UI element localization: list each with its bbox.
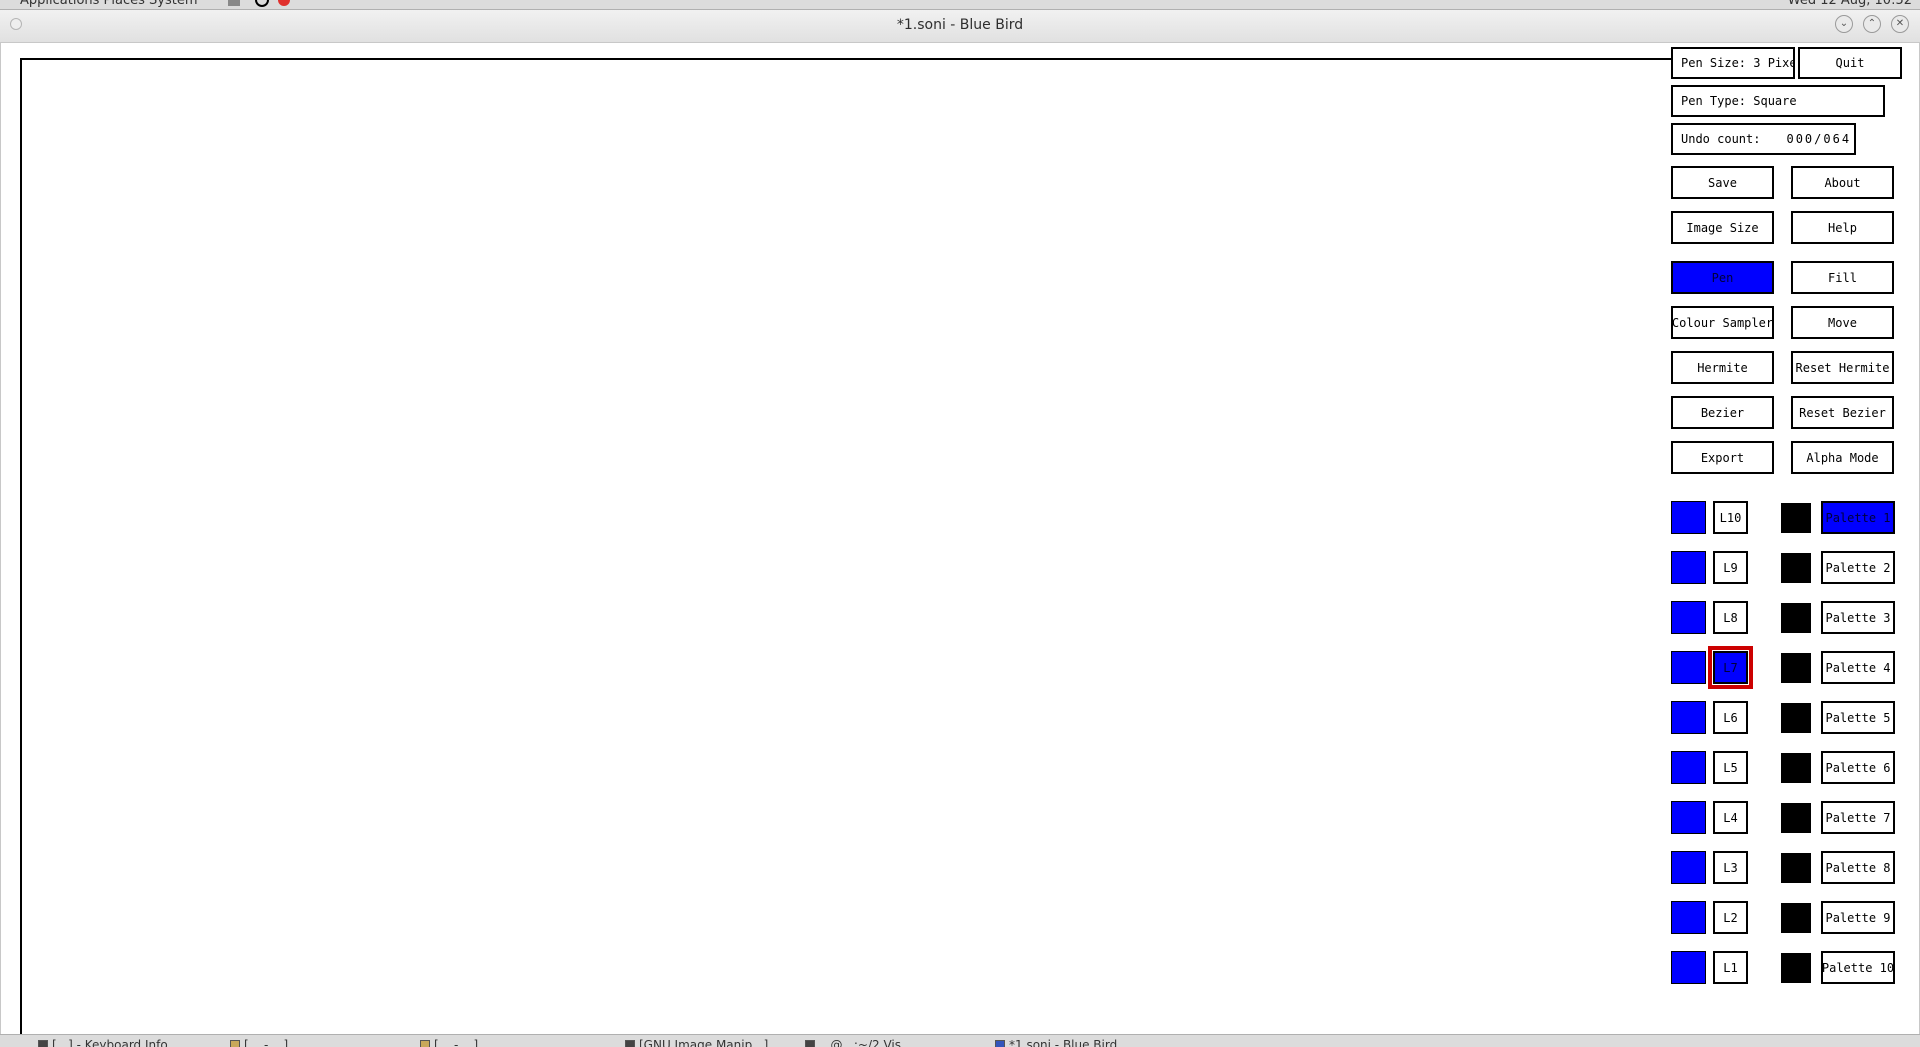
palette-button-6[interactable]: Palette 6 <box>1821 751 1895 784</box>
gimp-icon <box>625 1040 635 1047</box>
maximize-icon[interactable]: ⌃ <box>1863 15 1881 33</box>
layer-button-l3[interactable]: L3 <box>1713 851 1748 884</box>
fill-tool-button[interactable]: Fill <box>1791 261 1894 294</box>
undo-count-label: Undo count: <box>1681 132 1761 146</box>
palette-button-3[interactable]: Palette 3 <box>1821 601 1895 634</box>
reset-bezier-button[interactable]: Reset Bezier <box>1791 396 1894 429</box>
export-button[interactable]: Export <box>1671 441 1774 474</box>
move-tool-button[interactable]: Move <box>1791 306 1894 339</box>
folder-icon <box>420 1040 430 1047</box>
palette-button-2[interactable]: Palette 2 <box>1821 551 1895 584</box>
palette-colour-swatch[interactable] <box>1781 553 1811 583</box>
taskbar-item[interactable]: [... - ...] <box>420 1038 478 1047</box>
drawing-canvas[interactable] <box>20 58 1740 1047</box>
panel-menu-text[interactable]: Applications Places System <box>20 0 198 8</box>
terminal-icon <box>38 1040 48 1047</box>
palette-colour-swatch[interactable] <box>1781 653 1811 683</box>
layer-button-l6[interactable]: L6 <box>1713 701 1748 734</box>
layer-button-l5[interactable]: L5 <box>1713 751 1748 784</box>
layer-colour-swatch[interactable] <box>1671 851 1706 884</box>
image-size-button[interactable]: Image Size <box>1671 211 1774 244</box>
close-icon[interactable]: ✕ <box>1891 15 1909 33</box>
palette-colour-swatch[interactable] <box>1781 503 1811 533</box>
layer-colour-swatch[interactable] <box>1671 801 1706 834</box>
help-button[interactable]: Help <box>1791 211 1894 244</box>
layer-colour-swatch[interactable] <box>1671 651 1706 684</box>
layer-button-l10[interactable]: L10 <box>1713 501 1748 534</box>
terminal-icon <box>805 1040 815 1047</box>
palette-colour-swatch[interactable] <box>1781 803 1811 833</box>
panel-launcher-icons[interactable] <box>228 0 298 7</box>
folder-icon <box>230 1040 240 1047</box>
layer-colour-swatch[interactable] <box>1671 751 1706 784</box>
palette-colour-swatch[interactable] <box>1781 753 1811 783</box>
palette-colour-swatch[interactable] <box>1781 953 1811 983</box>
palette-button-8[interactable]: Palette 8 <box>1821 851 1895 884</box>
palette-colour-swatch[interactable] <box>1781 903 1811 933</box>
taskbar-item-label: [... - ...] <box>434 1038 479 1047</box>
hermite-button[interactable]: Hermite <box>1671 351 1774 384</box>
alpha-mode-button[interactable]: Alpha Mode <box>1791 441 1894 474</box>
layer-colour-swatch[interactable] <box>1671 901 1706 934</box>
palette-button-1[interactable]: Palette 1 <box>1821 501 1895 534</box>
taskbar-item[interactable]: ...@...:~/2 Vis... <box>805 1038 912 1047</box>
layer-button-l2[interactable]: L2 <box>1713 901 1748 934</box>
palette-button-10[interactable]: Palette 10 <box>1821 951 1895 984</box>
taskbar-item[interactable]: [GNU Image Manip...] <box>625 1038 768 1047</box>
palette-colour-swatch[interactable] <box>1781 603 1811 633</box>
palette-button-7[interactable]: Palette 7 <box>1821 801 1895 834</box>
palette-button-5[interactable]: Palette 5 <box>1821 701 1895 734</box>
bezier-button[interactable]: Bezier <box>1671 396 1774 429</box>
palette-button-4[interactable]: Palette 4 <box>1821 651 1895 684</box>
layer-button-l4[interactable]: L4 <box>1713 801 1748 834</box>
taskbar-item[interactable]: [...] - Keyboard Info <box>38 1038 168 1047</box>
app-client-area <box>0 43 1920 1047</box>
layer-colour-swatch[interactable] <box>1671 951 1706 984</box>
taskbar-item-label: [GNU Image Manip...] <box>639 1038 769 1047</box>
window-titlebar[interactable]: *1.soni - Blue Bird ⌄ ⌃ ✕ <box>0 10 1920 43</box>
panel-clock[interactable]: Wed 12 Aug, 10:52 <box>1788 0 1912 8</box>
pen-type-button[interactable]: Pen Type: Square <box>1671 85 1885 117</box>
layer-button-l1[interactable]: L1 <box>1713 951 1748 984</box>
quit-button[interactable]: Quit <box>1798 47 1902 79</box>
taskbar-item-label: ...@...:~/2 Vis... <box>819 1038 913 1047</box>
layer-button-l9[interactable]: L9 <box>1713 551 1748 584</box>
pen-tool-button[interactable]: Pen <box>1671 261 1774 294</box>
taskbar-item[interactable]: [... - ...] <box>230 1038 288 1047</box>
layer-colour-swatch[interactable] <box>1671 551 1706 584</box>
pen-size-button[interactable]: Pen Size: 3 Pixel <box>1671 47 1795 79</box>
app-window-icon <box>995 1040 1005 1047</box>
taskbar-item-label: *1.soni - Blue Bird <box>1009 1038 1118 1047</box>
palette-colour-swatch[interactable] <box>1781 853 1811 883</box>
layer-colour-swatch[interactable] <box>1671 601 1706 634</box>
taskbar-item-label: [...] - Keyboard Info <box>52 1038 168 1047</box>
top-desktop-panel: Applications Places System Wed 12 Aug, 1… <box>0 0 1920 10</box>
palette-button-9[interactable]: Palette 9 <box>1821 901 1895 934</box>
taskbar-item[interactable]: *1.soni - Blue Bird <box>995 1038 1117 1047</box>
taskbar-item-label: [... - ...] <box>244 1038 289 1047</box>
save-button[interactable]: Save <box>1671 166 1774 199</box>
reset-hermite-button[interactable]: Reset Hermite <box>1791 351 1894 384</box>
palette-colour-swatch[interactable] <box>1781 703 1811 733</box>
layer-colour-swatch[interactable] <box>1671 501 1706 534</box>
layer-button-l8[interactable]: L8 <box>1713 601 1748 634</box>
about-button[interactable]: About <box>1791 166 1894 199</box>
layer-colour-swatch[interactable] <box>1671 701 1706 734</box>
undo-count-display: Undo count: 000/064 <box>1671 123 1856 155</box>
window-title: *1.soni - Blue Bird <box>896 17 1024 33</box>
layer-button-l7[interactable]: L7 <box>1708 646 1753 689</box>
desktop-screen: Applications Places System Wed 12 Aug, 1… <box>0 0 1920 1047</box>
undo-count-value: 000/064 <box>1786 132 1852 146</box>
minimize-icon[interactable]: ⌄ <box>1835 15 1853 33</box>
colour-sampler-button[interactable]: Colour Sampler <box>1671 306 1774 339</box>
bottom-taskbar: [...] - Keyboard Info [... - ...] [... - .… <box>0 1034 1920 1047</box>
